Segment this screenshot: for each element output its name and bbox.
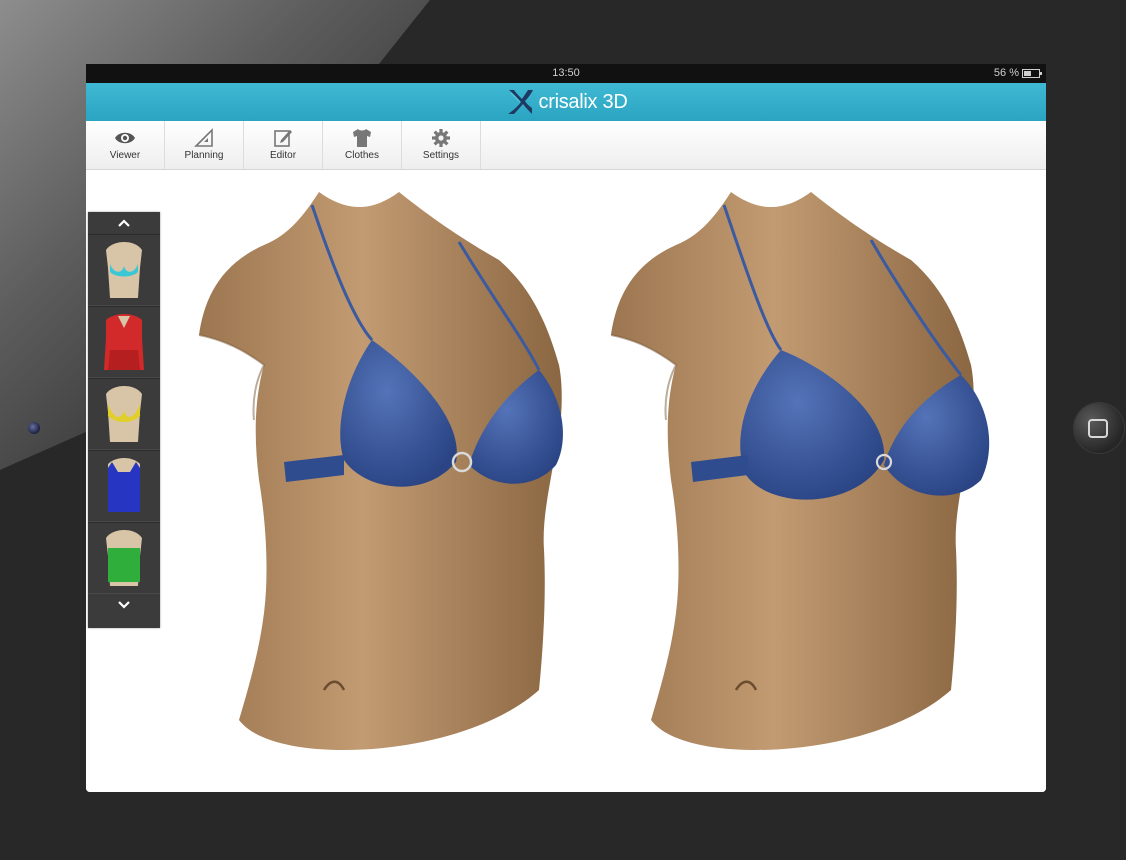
tshirt-icon — [353, 129, 371, 147]
status-battery: 56 % — [993, 67, 1042, 79]
app-title: crisalix 3D — [538, 90, 628, 113]
carousel-down-button[interactable] — [88, 594, 160, 616]
clothing-thumb-blue-tank[interactable] — [88, 450, 160, 522]
home-square-icon — [1088, 419, 1108, 438]
status-bar: 13:50 56 % — [86, 64, 1046, 83]
set-square-icon — [194, 128, 213, 147]
eye-icon — [115, 132, 135, 144]
blue-tank-icon — [108, 458, 140, 512]
green-tube-icon — [106, 530, 142, 586]
battery-percent: 56 % — [993, 67, 1019, 79]
tab-viewer[interactable]: Viewer — [86, 121, 165, 169]
torso-before-model[interactable] — [194, 190, 574, 760]
camera-icon — [28, 422, 40, 434]
tablet-screen: 13:50 56 % crisalix 3D Viewer Planning E… — [86, 64, 1046, 792]
tab-planning[interactable]: Planning — [165, 121, 244, 169]
chevron-down-icon — [118, 601, 130, 609]
tab-settings[interactable]: Settings — [402, 121, 481, 169]
clothing-thumb-yellow-bikini[interactable] — [88, 378, 160, 450]
chevron-up-icon — [118, 219, 130, 227]
toolbar: Viewer Planning Editor Clothes Settings — [86, 121, 1046, 170]
torso-after-model[interactable] — [606, 190, 996, 760]
crisalix-logo-icon — [507, 90, 533, 114]
clothing-thumb-green-tube[interactable] — [88, 522, 160, 594]
clothes-carousel — [88, 212, 160, 628]
red-blouse-icon — [104, 314, 144, 370]
tab-label: Planning — [184, 150, 224, 161]
clothing-thumb-cyan-bikini[interactable] — [88, 234, 160, 306]
status-time: 13:50 — [552, 67, 580, 79]
app-header: crisalix 3D — [86, 83, 1046, 121]
battery-icon — [1022, 68, 1042, 78]
tab-label: Viewer — [109, 150, 141, 161]
tab-label: Editor — [269, 150, 297, 161]
cyan-bikini-icon — [106, 242, 142, 298]
edit-icon — [274, 130, 292, 147]
carousel-up-button[interactable] — [88, 212, 160, 234]
3d-viewport[interactable] — [86, 170, 1046, 792]
tab-editor[interactable]: Editor — [244, 121, 323, 169]
tab-label: Clothes — [345, 150, 379, 161]
clothing-thumb-red-blouse[interactable] — [88, 306, 160, 378]
home-button[interactable] — [1074, 403, 1124, 453]
yellow-bikini-icon — [106, 386, 142, 442]
tab-clothes[interactable]: Clothes — [323, 121, 402, 169]
app-logo: crisalix 3D — [505, 87, 628, 117]
tab-label: Settings — [422, 150, 460, 161]
gear-icon — [432, 129, 450, 147]
